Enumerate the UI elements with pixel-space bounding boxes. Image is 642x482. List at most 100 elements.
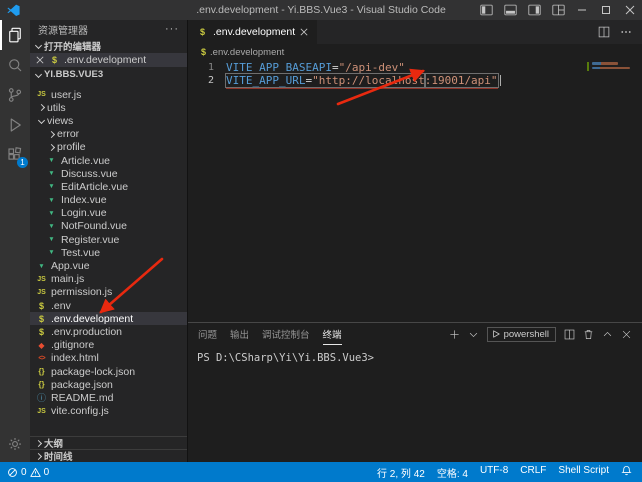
- settings-gear-icon[interactable]: [0, 429, 30, 459]
- warning-icon: [30, 467, 41, 478]
- status-eol[interactable]: CRLF: [520, 465, 546, 480]
- tree-item-package-lock.json[interactable]: {}package-lock.json: [30, 365, 187, 378]
- line-number: 2: [188, 74, 214, 87]
- shell-selector[interactable]: powershell: [487, 327, 556, 342]
- tree-item-Article.vue[interactable]: ▼Article.vue: [30, 154, 187, 167]
- timeline-label: 时间线: [44, 449, 73, 462]
- tree-item-error[interactable]: error: [30, 128, 187, 141]
- editor-actions: [598, 20, 642, 44]
- panel-tab-终端[interactable]: 终端: [323, 323, 342, 345]
- terminal-dropdown-icon[interactable]: [468, 329, 479, 340]
- toggle-secondary-sidebar-icon[interactable]: [522, 0, 546, 20]
- tree-item-label: package-lock.json: [51, 366, 135, 378]
- close-window-icon[interactable]: [618, 0, 642, 20]
- split-terminal-icon[interactable]: [564, 329, 575, 340]
- status-indentation[interactable]: 空格: 4: [437, 465, 468, 480]
- maximize-icon[interactable]: [594, 0, 618, 20]
- activity-extensions-icon[interactable]: 1: [0, 140, 30, 170]
- timeline-section[interactable]: 时间线: [30, 449, 187, 462]
- tree-item-Login.vue[interactable]: ▼Login.vue: [30, 207, 187, 220]
- customize-layout-icon[interactable]: [546, 0, 570, 20]
- open-editors-section[interactable]: 打开的编辑器: [30, 38, 187, 53]
- tree-item-NotFound.vue[interactable]: ▼NotFound.vue: [30, 220, 187, 233]
- panel-tab-问题[interactable]: 问题: [198, 323, 217, 345]
- chevron-right-icon: [48, 131, 55, 138]
- tree-item-permission.js[interactable]: JSpermission.js: [30, 286, 187, 299]
- toggle-primary-sidebar-icon[interactable]: [474, 0, 498, 20]
- tree-item-.env.development[interactable]: $.env.development: [30, 312, 187, 325]
- tree-item-label: .env: [51, 300, 71, 312]
- problems-status[interactable]: 0 0: [7, 467, 49, 478]
- open-editor-item[interactable]: $ .env.development: [30, 53, 187, 67]
- code-token: :19001/api": [425, 74, 498, 87]
- titlebar-controls: [474, 0, 642, 20]
- tree-item-main.js[interactable]: JSmain.js: [30, 273, 187, 286]
- tree-item-Discuss.vue[interactable]: ▼Discuss.vue: [30, 167, 187, 180]
- minimize-icon[interactable]: [570, 0, 594, 20]
- tree-item-package.json[interactable]: {}package.json: [30, 378, 187, 391]
- line-number: 1: [188, 61, 214, 74]
- line-content: VITE_APP_BASEAPI="/api-dev": [214, 61, 405, 74]
- status-language-mode[interactable]: Shell Script: [558, 465, 609, 480]
- tree-item-profile[interactable]: profile: [30, 141, 187, 154]
- js-file-icon: JS: [36, 408, 47, 415]
- code-line: 2VITE_APP_URL="http://localhost:19001/ap…: [188, 74, 642, 87]
- open-editor-file-label: .env.development: [64, 54, 146, 66]
- tree-item-label: Register.vue: [61, 234, 119, 246]
- chevron-right-icon: [38, 104, 45, 111]
- tree-item-App.vue[interactable]: ▼App.vue: [30, 259, 187, 272]
- terminal-output[interactable]: PS D:\CSharp\Yi\Yi.BBS.Vue3>: [188, 345, 642, 371]
- activity-run-debug-icon[interactable]: [0, 110, 30, 140]
- tree-item-label: user.js: [51, 89, 81, 101]
- tree-item-Test.vue[interactable]: ▼Test.vue: [30, 246, 187, 259]
- panel-tab-输出[interactable]: 输出: [230, 323, 249, 345]
- vue-file-icon: ▼: [46, 183, 57, 190]
- tree-item-label: Test.vue: [61, 247, 100, 259]
- close-panel-icon[interactable]: [621, 329, 632, 340]
- toggle-panel-icon[interactable]: [498, 0, 522, 20]
- chevron-right-icon: [35, 452, 42, 459]
- tree-item-user.js[interactable]: JSuser.js: [30, 88, 187, 101]
- env-file-icon: $: [36, 314, 47, 324]
- tree-item-EditArticle.vue[interactable]: ▼EditArticle.vue: [30, 180, 187, 193]
- code-segment: VITE_APP_BASEAPI="/api-dev": [226, 61, 405, 74]
- tree-item-.gitignore[interactable]: ◆.gitignore: [30, 339, 187, 352]
- tab-env-development[interactable]: $ .env.development: [188, 20, 317, 44]
- tree-item-vite.config.js[interactable]: JSvite.config.js: [30, 405, 187, 418]
- panel-header: 问题输出调试控制台终端 powershell: [188, 323, 642, 345]
- js-file-icon: JS: [36, 289, 47, 296]
- activity-explorer-icon[interactable]: [0, 20, 30, 50]
- panel-tab-调试控制台[interactable]: 调试控制台: [262, 323, 310, 345]
- breadcrumb[interactable]: $ .env.development: [188, 44, 642, 60]
- activity-source-control-icon[interactable]: [0, 80, 30, 110]
- sidebar-more-actions-icon[interactable]: ···: [165, 23, 179, 35]
- tree-item-README.md[interactable]: ⓘREADME.md: [30, 391, 187, 404]
- activity-search-icon[interactable]: [0, 50, 30, 80]
- notifications-bell-icon[interactable]: [621, 465, 632, 479]
- split-editor-icon[interactable]: [598, 26, 610, 38]
- project-section[interactable]: YI.BBS.VUE3: [30, 67, 187, 82]
- kill-terminal-icon[interactable]: [583, 329, 594, 340]
- tree-item-utils[interactable]: utils: [30, 101, 187, 114]
- tree-item-views[interactable]: views: [30, 114, 187, 127]
- minimap[interactable]: [592, 62, 634, 71]
- tree-item-.env.production[interactable]: $.env.production: [30, 325, 187, 338]
- editor-content[interactable]: 1 VITE_APP_BASEAPI="/api-dev"2VITE_APP_UR…: [188, 60, 642, 322]
- close-tab-icon[interactable]: [300, 28, 308, 36]
- maximize-panel-icon[interactable]: [602, 329, 613, 340]
- error-icon: [7, 467, 18, 478]
- breadcrumb-file[interactable]: .env.development: [210, 47, 284, 58]
- new-terminal-icon[interactable]: [449, 329, 460, 340]
- more-actions-icon[interactable]: [620, 26, 632, 38]
- tree-item-Register.vue[interactable]: ▼Register.vue: [30, 233, 187, 246]
- vue-file-icon: ▼: [46, 197, 57, 204]
- tree-item-Index.vue[interactable]: ▼Index.vue: [30, 194, 187, 207]
- close-editor-icon[interactable]: [36, 56, 44, 64]
- tree-item-index.html[interactable]: <>index.html: [30, 352, 187, 365]
- tree-item-label: package.json: [51, 379, 113, 391]
- tree-item-.env[interactable]: $.env: [30, 299, 187, 312]
- status-cursor-position[interactable]: 行 2, 列 42: [377, 465, 425, 480]
- outline-section[interactable]: 大纲: [30, 436, 187, 449]
- status-encoding[interactable]: UTF-8: [480, 465, 508, 480]
- panel-actions: powershell: [449, 327, 632, 342]
